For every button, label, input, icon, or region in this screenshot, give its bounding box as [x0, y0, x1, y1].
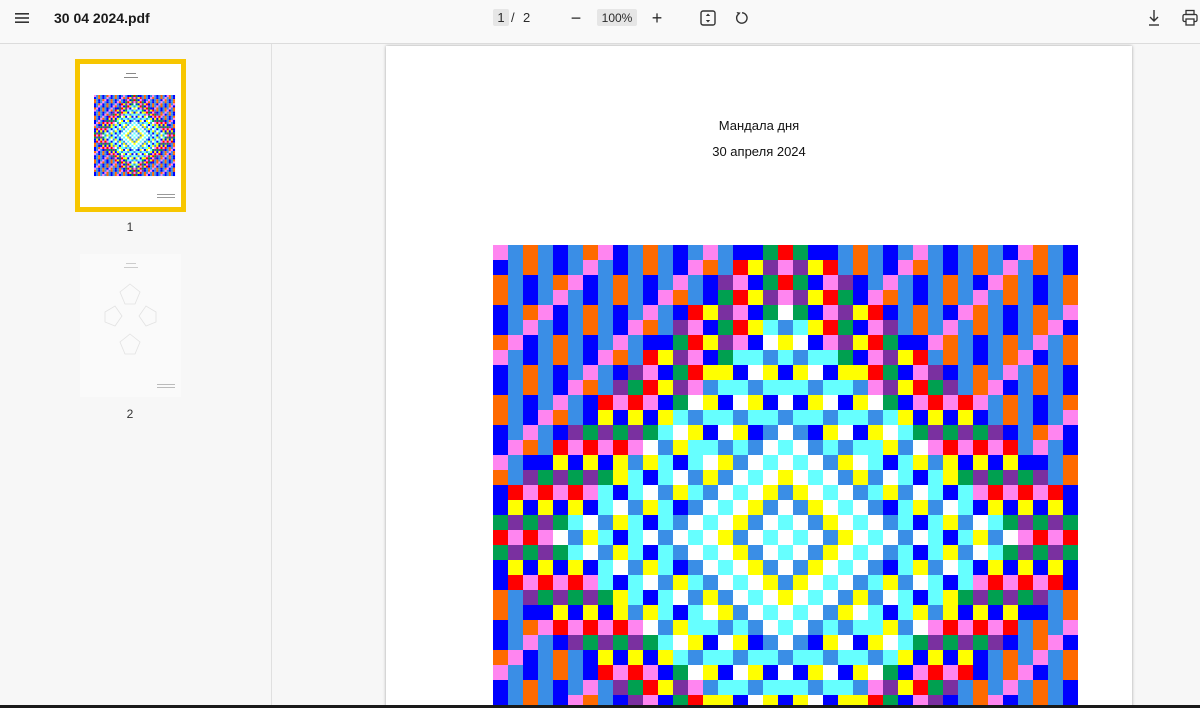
page-date: 30 апреля 2024	[712, 144, 806, 159]
page-thumbnail-2[interactable]	[80, 254, 181, 397]
fit-page-icon[interactable]	[697, 7, 719, 29]
page-heading: Мандала дня	[718, 118, 800, 133]
toolbar: 30 04 2024.pdf 1 / 2 − 100% +	[0, 0, 1200, 44]
zoom-out-button[interactable]: −	[566, 8, 586, 28]
rotate-icon[interactable]	[731, 7, 753, 29]
page-separator: /	[511, 10, 515, 25]
thumbnail-preview-2	[104, 263, 175, 388]
page-total: 2	[523, 10, 531, 25]
page-thumbnail-1[interactable]	[75, 59, 186, 212]
document-title: 30 04 2024.pdf	[54, 10, 150, 26]
print-icon[interactable]	[1179, 7, 1200, 29]
page-number-input[interactable]: 1	[493, 9, 509, 26]
thumbnail-label-2: 2	[126, 407, 134, 421]
thumbnail-label-1: 1	[126, 220, 134, 234]
hamburger-menu-icon[interactable]	[10, 9, 34, 27]
pdf-page: Мандала дня 30 апреля 2024	[386, 46, 1132, 708]
thumbnail-sidebar: 1 2	[0, 44, 272, 708]
thumbnail-preview-1	[94, 73, 176, 198]
mandala-image	[493, 245, 1078, 708]
zoom-in-button[interactable]: +	[647, 8, 667, 28]
zoom-level-input[interactable]: 100%	[597, 9, 637, 26]
document-viewer[interactable]: Мандала дня 30 апреля 2024	[272, 44, 1200, 708]
download-icon[interactable]	[1143, 7, 1165, 29]
